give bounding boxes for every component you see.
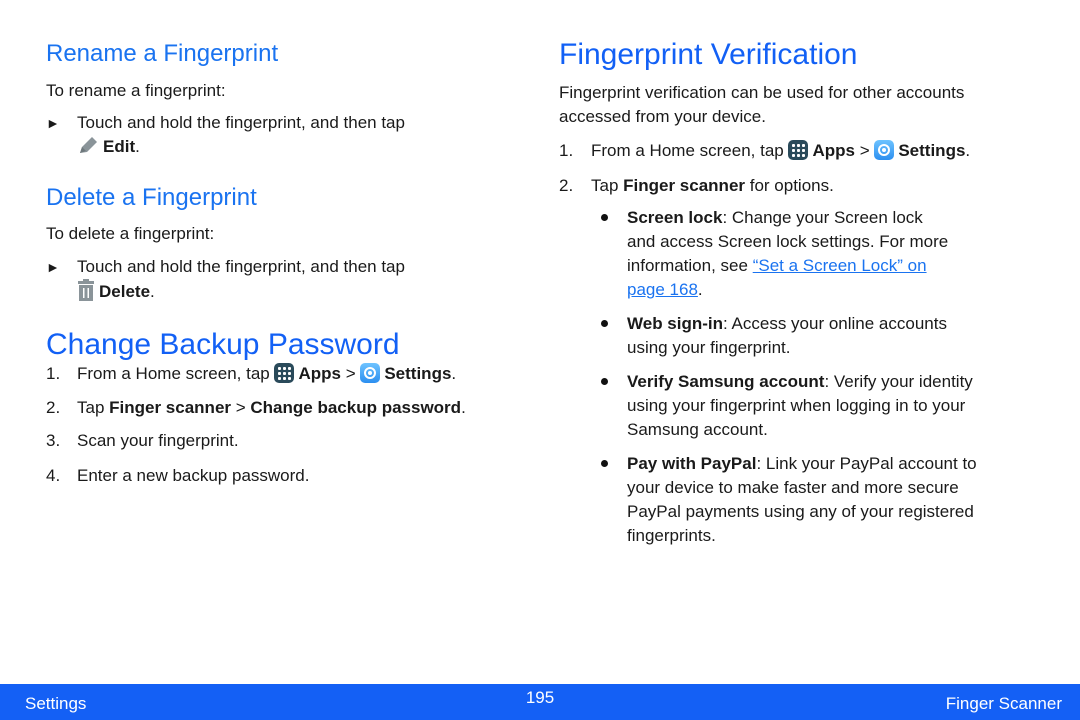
settings-icon — [360, 363, 381, 383]
backup-step-3: Scan your fingerprint. — [77, 431, 239, 450]
bullet-icon — [601, 320, 608, 327]
bullet-icon — [601, 378, 608, 385]
delete-heading: Delete a Fingerprint — [46, 184, 257, 211]
pencil-icon — [77, 136, 99, 163]
arrow-bullet-icon: ► — [46, 115, 60, 131]
page-168-link[interactable]: page 168 — [627, 280, 698, 299]
verification-intro-2: accessed from your device. — [559, 107, 766, 126]
verification-intro-1: Fingerprint verification can be used for… — [559, 83, 965, 102]
rename-step-text: Touch and hold the fingerprint, and then… — [77, 113, 405, 132]
footer-chapter-label: Finger Scanner — [945, 694, 1062, 713]
bullet-icon — [601, 214, 608, 221]
delete-step-action: Delete. — [77, 279, 155, 308]
verification-step-2: Tap Finger scanner for options. — [591, 176, 834, 195]
verification-step-1: From a Home screen, tap Apps > Settings. — [591, 140, 971, 160]
bullet-verify-samsung: Verify Samsung account: Verify your iden… — [627, 372, 973, 391]
rename-intro: To rename a fingerprint: — [46, 81, 226, 100]
delete-step-text: Touch and hold the fingerprint, and then… — [77, 257, 405, 276]
apps-icon — [788, 140, 809, 160]
verification-heading: Fingerprint Verification — [559, 38, 858, 71]
page-number: 195 — [525, 688, 555, 707]
bullet-screen-lock: Screen lock: Change your Screen lock — [627, 208, 923, 227]
delete-intro: To delete a fingerprint: — [46, 224, 215, 243]
backup-step-4: Enter a new backup password. — [77, 466, 310, 485]
arrow-bullet-icon: ► — [46, 259, 60, 275]
trash-icon — [77, 279, 95, 308]
apps-icon — [274, 363, 295, 383]
settings-icon — [874, 140, 895, 160]
rename-heading: Rename a Fingerprint — [46, 40, 279, 67]
backup-heading: Change Backup Password — [46, 328, 400, 361]
page-footer: Settings 195 Finger Scanner — [0, 684, 1080, 720]
bullet-web-sign-in: Web sign-in: Access your online accounts — [627, 314, 947, 333]
bullet-paypal: Pay with PayPal: Link your PayPal accoun… — [627, 454, 977, 473]
backup-step-1: From a Home screen, tap Apps > Settings. — [77, 363, 457, 383]
backup-step-2: Tap Finger scanner > Change backup passw… — [77, 398, 466, 417]
bullet-icon — [601, 460, 608, 467]
screen-lock-link[interactable]: “Set a Screen Lock” on — [753, 256, 927, 275]
rename-step-action: Edit. — [77, 135, 140, 163]
